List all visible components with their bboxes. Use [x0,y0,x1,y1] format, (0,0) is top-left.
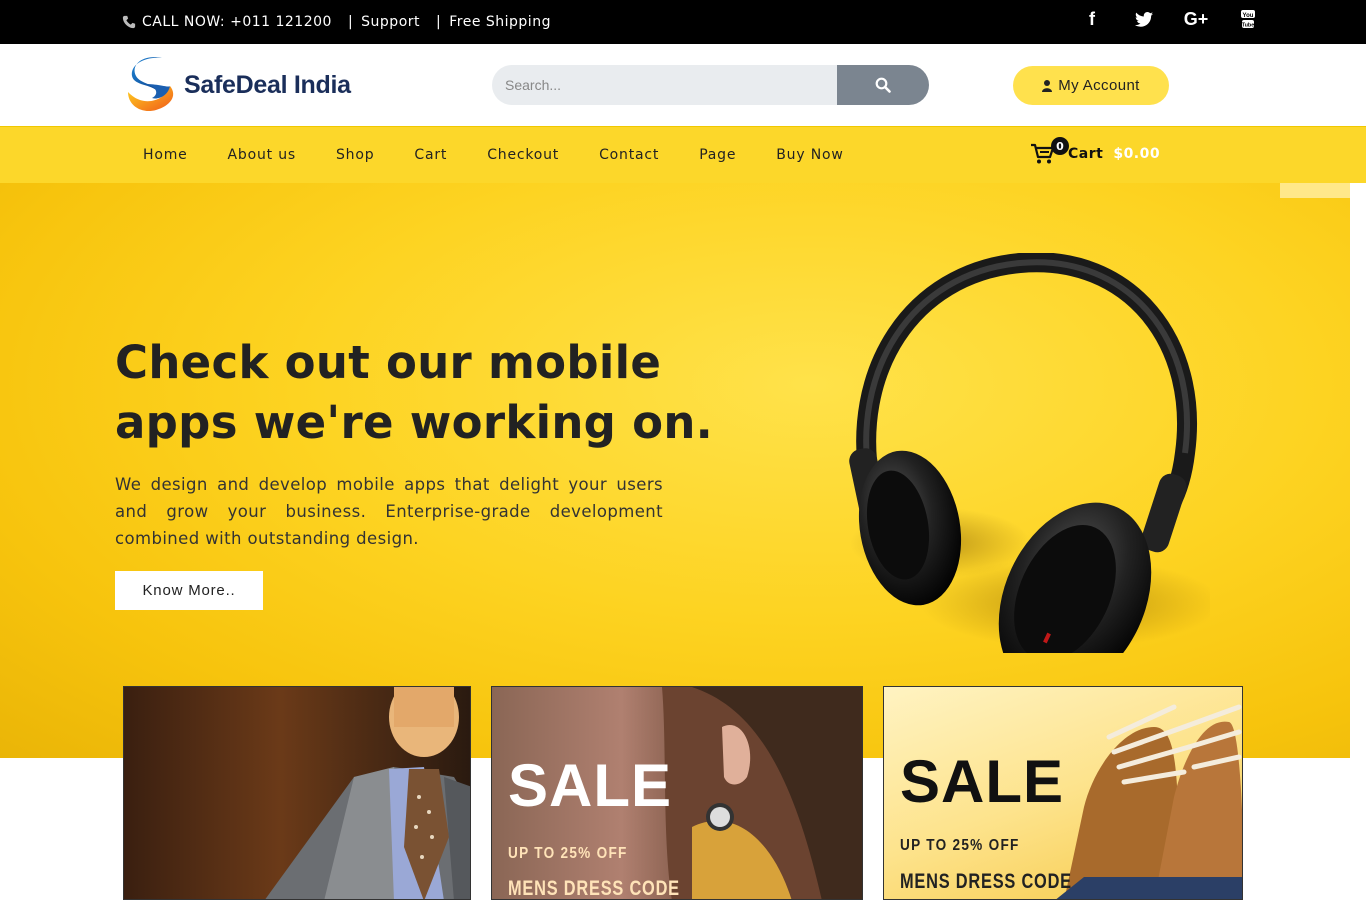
sale-heading: SALE [508,752,673,819]
free-shipping-link[interactable]: Free Shipping [449,14,551,30]
social-links: f G+ You Tube [1066,4,1274,34]
headphones-image [849,253,1210,653]
nav-item-shop[interactable]: Shop [336,147,374,163]
slider-corner-tab [1280,183,1350,198]
nav-menu: Home About us Shop Cart Checkout Contact… [123,127,864,183]
youtube-icon[interactable]: You Tube [1222,4,1274,34]
facebook-icon[interactable]: f [1066,4,1118,34]
cart-total: $0.00 [1113,146,1161,162]
sale-offer-text: UP TO 25% OFF [508,845,628,862]
hero-title: Check out our mobile apps we're working … [115,336,714,449]
call-now-text: CALL NOW: +011 121200 [142,14,332,30]
nav-item-home[interactable]: Home [143,147,188,163]
suit-image [265,687,470,899]
cart-count-badge: 0 [1051,137,1069,155]
logo-text: SafeDeal India [184,70,351,99]
hero-description: We design and develop mobile apps that d… [115,475,663,548]
search-bar [492,65,929,105]
my-account-label: My Account [1058,77,1140,94]
svg-text:Tube: Tube [1242,23,1255,29]
nav-item-buy-now[interactable]: Buy Now [776,147,843,163]
svg-text:You: You [1243,13,1254,19]
search-icon [875,77,891,93]
sale-code-text: MENS DRESS CODE [508,877,680,900]
promo-card-shoes[interactable]: SALE UP TO 25% OFF MENS DRESS CODE [883,686,1243,900]
main-nav: Home About us Shop Cart Checkout Contact… [0,126,1366,183]
support-link[interactable]: Support [361,14,420,30]
search-input[interactable] [492,65,837,105]
google-plus-icon[interactable]: G+ [1170,4,1222,34]
top-bar: CALL NOW: +011 121200 | Support | Free S… [0,0,1366,44]
cart-label: Cart [1068,146,1104,162]
sale-code-text: MENS DRESS CODE [900,870,1072,893]
user-icon [1042,79,1053,92]
sale-heading: SALE [900,748,1065,815]
nav-item-cart[interactable]: Cart [414,147,447,163]
divider: | [347,14,354,30]
twitter-icon[interactable] [1118,4,1170,34]
contact-info: CALL NOW: +011 121200 | Support | Free S… [122,0,551,44]
sale-offer-text: UP TO 25% OFF [900,837,1020,854]
hero-banner: Check out our mobile apps we're working … [0,183,1350,758]
my-account-button[interactable]: My Account [1013,66,1169,105]
phone-icon [122,15,136,29]
nav-item-about-us[interactable]: About us [228,147,296,163]
nav-item-contact[interactable]: Contact [599,147,659,163]
nav-item-checkout[interactable]: Checkout [487,147,559,163]
search-button[interactable] [837,65,929,105]
promo-card-suit[interactable] [123,686,471,900]
site-logo[interactable]: SafeDeal India [122,54,351,116]
site-header: SafeDeal India My Account [0,44,1366,126]
cart-widget[interactable]: 0 Cart $0.00 [1030,137,1161,165]
divider: | [436,14,442,30]
promo-card-watch[interactable]: SALE UP TO 25% OFF MENS DRESS CODE [491,686,863,900]
logo-mark-icon [128,57,174,112]
nav-item-page[interactable]: Page [699,147,736,163]
know-more-button[interactable]: Know More.. [115,571,263,610]
